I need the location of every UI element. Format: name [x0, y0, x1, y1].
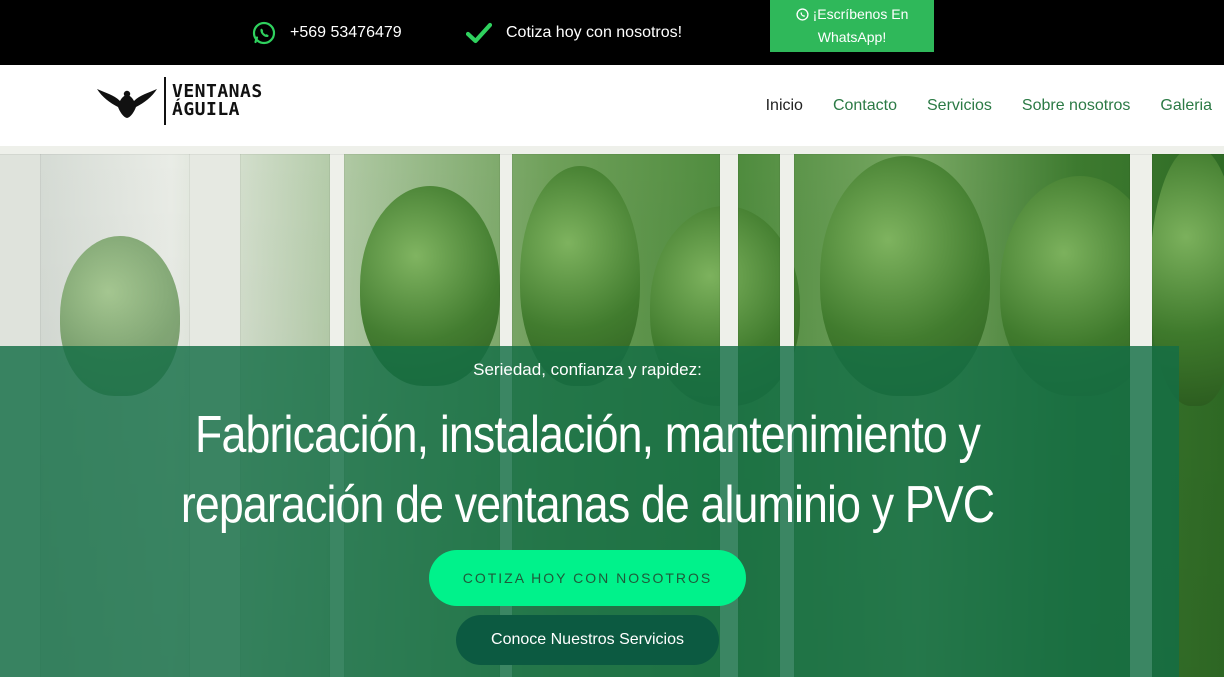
- whatsapp-icon: [252, 21, 276, 45]
- services-button[interactable]: Conoce Nuestros Servicios: [456, 615, 719, 665]
- phone-number: +569 53476479: [290, 23, 402, 41]
- nav-servicios[interactable]: Servicios: [927, 97, 992, 115]
- top-bar: +569 53476479 Cotiza hoy con nosotros! ¡…: [0, 0, 1224, 65]
- whatsapp-button[interactable]: ¡Escríbenos En WhatsApp!: [770, 0, 934, 52]
- cotiza-button[interactable]: COTIZA HOY CON NOSOTROS: [429, 550, 746, 606]
- hero-subtitle: Seriedad, confianza y rapidez:: [473, 360, 702, 379]
- nav-sobre-nosotros[interactable]: Sobre nosotros: [1022, 97, 1131, 115]
- topbar-cotiza: Cotiza hoy con nosotros!: [466, 0, 682, 65]
- cotiza-text: Cotiza hoy con nosotros!: [506, 23, 683, 41]
- site-header: VENTANAS ÁGUILA Inicio Contacto Servicio…: [0, 65, 1224, 146]
- whatsapp-button-label: ¡Escríbenos En WhatsApp!: [812, 6, 909, 45]
- nav-inicio[interactable]: Inicio: [766, 97, 803, 115]
- topbar-phone[interactable]: +569 53476479: [252, 0, 402, 65]
- logo-divider: [164, 77, 166, 125]
- whatsapp-button-content: ¡Escríbenos En WhatsApp!: [778, 4, 926, 48]
- eagle-icon: [96, 79, 158, 124]
- logo-line-2: ÁGUILA: [172, 99, 241, 120]
- nav-contacto[interactable]: Contacto: [833, 97, 897, 115]
- logo-text: VENTANAS ÁGUILA: [172, 83, 263, 119]
- site-logo[interactable]: VENTANAS ÁGUILA: [96, 77, 263, 125]
- whatsapp-icon: [796, 6, 809, 27]
- check-icon: [466, 22, 492, 44]
- nav-galeria[interactable]: Galeria: [1160, 97, 1212, 115]
- main-nav: Inicio Contacto Servicios Sobre nosotros…: [736, 65, 1224, 146]
- hero-title: Fabricación, instalación, mantenimiento …: [180, 406, 995, 534]
- hero-section: Seriedad, confianza y rapidez: Fabricaci…: [0, 146, 1224, 677]
